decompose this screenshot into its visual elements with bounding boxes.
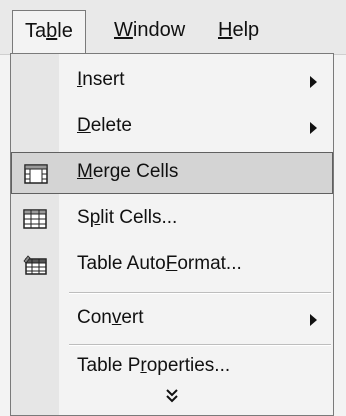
expand-menu-chevron-icon[interactable] [11, 388, 333, 412]
menu-item-table-properties[interactable]: Table Properties... [11, 346, 333, 388]
menu-item-table-autoformat[interactable]: Table AutoFormat... [11, 244, 333, 286]
menu-item-merge-cells[interactable]: Merge Cells [11, 152, 333, 194]
menu-help-label-post: elp [232, 19, 260, 41]
menu-item-convert-label: Convert [77, 307, 144, 328]
menu-window-label-accel: W [114, 19, 133, 41]
table-autoformat-icon [23, 255, 47, 275]
table-dropdown-menu: Insert Delete Merge Cells Split Cells...… [10, 53, 334, 416]
menu-bar: Table Window Help [0, 0, 346, 55]
menu-table-label-accel: b [46, 20, 58, 42]
page: Table Window Help Insert Delete Merge Ce… [0, 0, 346, 416]
split-cells-icon [23, 209, 47, 229]
menu-item-delete-label: Delete [77, 115, 132, 136]
menu-item-delete[interactable]: Delete [11, 106, 333, 148]
submenu-arrow-icon [310, 76, 317, 88]
menu-item-table-autoformat-label: Table AutoFormat... [77, 253, 242, 274]
menu-item-table-properties-label: Table Properties... [77, 355, 231, 376]
menu-item-merge-cells-label: Merge Cells [77, 161, 179, 182]
menu-item-split-cells-label: Split Cells... [77, 207, 178, 228]
menu-item-convert[interactable]: Convert [11, 298, 333, 340]
menu-separator [69, 292, 331, 294]
menu-table[interactable]: Table [12, 10, 86, 54]
menu-table-label-post: le [57, 20, 73, 42]
menu-item-insert[interactable]: Insert [11, 60, 333, 102]
menu-window[interactable]: Window [110, 18, 189, 42]
menu-window-label-post: indow [132, 19, 186, 41]
merge-cells-icon [24, 164, 48, 184]
menu-help-label-accel: H [218, 19, 233, 41]
menu-item-split-cells[interactable]: Split Cells... [11, 198, 333, 240]
menu-help[interactable]: Help [214, 18, 263, 42]
menu-item-insert-label: Insert [77, 69, 125, 90]
submenu-arrow-icon [310, 122, 317, 134]
submenu-arrow-icon [310, 314, 317, 326]
menu-table-label-pre: Ta [25, 20, 47, 42]
